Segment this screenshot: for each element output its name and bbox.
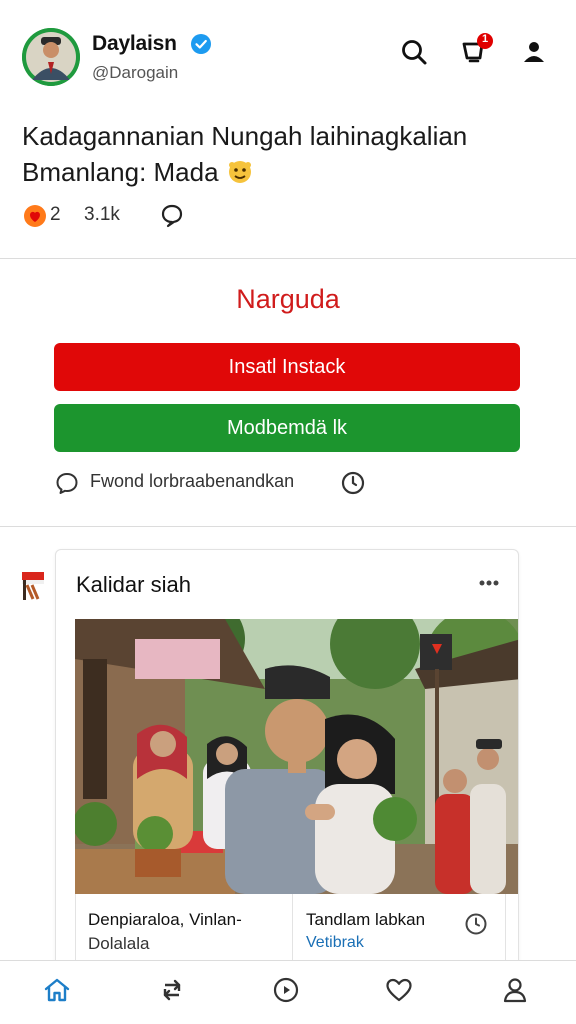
- search-icon[interactable]: [398, 36, 430, 68]
- caption-location-block: Denpiaraloa, Vinlan- Dolalala: [76, 894, 293, 968]
- post-text-line-2: Bmanlang: Mada: [22, 157, 219, 187]
- post-photo[interactable]: [75, 619, 518, 894]
- verified-badge-icon: [190, 33, 212, 55]
- view-count: 3.1k: [84, 204, 120, 225]
- caption-location: Denpiaraloa, Vinlan-: [88, 910, 242, 929]
- post: Daylaisn @Darogain 1 Kadagannanian Nunga…: [0, 0, 576, 258]
- post-text-line-1: Kadagannanian Nungah laihinagkalian: [22, 121, 468, 151]
- flag-logo-icon: [18, 568, 48, 602]
- friend-text: Fwond lorbraabenandkan: [90, 471, 295, 491]
- chat-bubble-icon: [54, 470, 80, 496]
- comment-icon[interactable]: [159, 202, 185, 228]
- avatar[interactable]: [22, 28, 80, 86]
- profile-icon[interactable]: [518, 36, 550, 68]
- timer-icon[interactable]: [464, 912, 488, 936]
- secondary-button[interactable]: Modbemdä lk: [54, 404, 520, 452]
- install-card-title: Narguda: [236, 284, 340, 314]
- heart-icon[interactable]: [384, 975, 414, 1005]
- feed-card-title: Kalidar siah: [76, 572, 191, 597]
- clock-icon[interactable]: [340, 470, 366, 496]
- reaction-icon[interactable]: [22, 203, 48, 229]
- home-icon[interactable]: [42, 975, 72, 1005]
- notification-count: 1: [482, 33, 489, 45]
- notification-badge: 1: [477, 33, 493, 49]
- explore-icon[interactable]: [271, 975, 301, 1005]
- divider: [0, 526, 576, 527]
- caption-link[interactable]: Vetibrak: [306, 934, 364, 952]
- emoji-icon: [226, 157, 254, 185]
- profile-icon[interactable]: [500, 975, 530, 1005]
- feed-card[interactable]: Kalidar siah Denpiaraloa, Vinlan- Dolala…: [55, 549, 519, 969]
- divider: [0, 258, 576, 259]
- friend-row: Fwond lorbraabenandkan: [54, 468, 520, 498]
- user-handle[interactable]: @Darogain: [92, 63, 178, 83]
- bottom-nav: [0, 960, 576, 1024]
- caption-title: Tandlam labkan: [306, 910, 426, 929]
- caption-sub: Dolalala: [88, 934, 150, 953]
- photo-caption: Denpiaraloa, Vinlan- Dolalala Tandlam la…: [75, 894, 506, 968]
- post-text: Kadagannanian Nungah laihinagkalian Bman…: [22, 118, 542, 190]
- display-name[interactable]: Daylaisn: [92, 32, 177, 56]
- more-options-icon[interactable]: [474, 570, 504, 596]
- install-button[interactable]: Insatl Instack: [54, 343, 520, 391]
- repost-icon[interactable]: [157, 975, 187, 1005]
- reaction-count: 2: [50, 204, 61, 225]
